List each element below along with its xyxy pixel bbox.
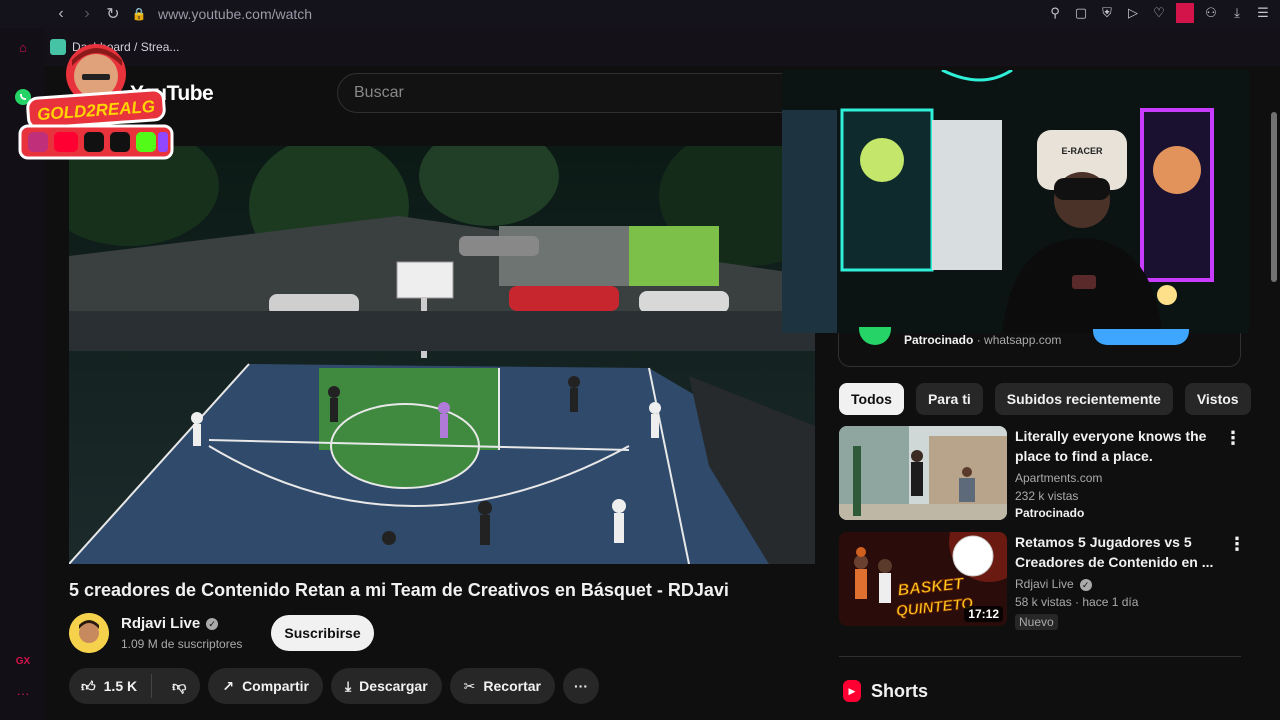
video-actions: 👍︎ 1.5 K 👎︎ ↗ Compartir ⤓ Descargar ✂ Re… bbox=[69, 668, 599, 704]
account-icon[interactable]: ⚇ bbox=[1202, 3, 1220, 23]
share-label: Compartir bbox=[242, 678, 309, 694]
sponsored-label: Patrocinado bbox=[904, 333, 974, 347]
channel-name[interactable]: Rdjavi Live ✓ bbox=[121, 615, 219, 632]
share-icon: ↗ bbox=[222, 677, 235, 694]
pin-icon[interactable]: ⚲ bbox=[1046, 3, 1064, 23]
streamer-overlay-logo: GOLD2REALG bbox=[18, 40, 174, 162]
thumbs-down-icon: 👎︎ bbox=[172, 677, 187, 694]
dislike-button[interactable]: 👎︎ bbox=[160, 678, 200, 695]
download-label: Descargar bbox=[359, 678, 428, 694]
verified-icon: ✓ bbox=[1079, 578, 1092, 591]
more-actions-button[interactable]: ··· bbox=[563, 668, 599, 704]
rec-channel-name: Rdjavi Live bbox=[1015, 577, 1074, 591]
rec-views: 232 k vistas bbox=[1015, 489, 1079, 503]
heart-icon[interactable]: ♡ bbox=[1150, 3, 1168, 23]
play-icon[interactable]: ▷ bbox=[1124, 3, 1142, 23]
browser-toolbar: ‹ › ↻ 🔒 www.youtube.com/watch ⚲ ▢ ⛨ ▷ ♡ … bbox=[0, 0, 1280, 28]
rec-info: Literally everyone knows the place to fi… bbox=[1015, 426, 1215, 520]
lock-icon: 🔒 bbox=[131, 7, 147, 21]
subscriber-count: 1.09 M de suscriptores bbox=[121, 637, 243, 651]
divider bbox=[1176, 3, 1194, 23]
share-button[interactable]: ↗ Compartir bbox=[208, 668, 323, 704]
webcam-overlay: E-RACER bbox=[782, 70, 1249, 333]
thumbs-up-icon: 👍︎ bbox=[81, 677, 96, 694]
rec-channel: Rdjavi Live ✓ bbox=[1015, 575, 1215, 593]
gx-logo-icon[interactable]: GX bbox=[12, 650, 34, 672]
address-bar[interactable]: www.youtube.com/watch bbox=[158, 6, 312, 22]
new-badge: Nuevo bbox=[1015, 614, 1058, 630]
video-duration: 17:12 bbox=[964, 606, 1003, 622]
snapshot-icon[interactable]: ▢ bbox=[1072, 3, 1090, 23]
sponsored-domain: · whatsapp.com bbox=[976, 333, 1062, 347]
whatsapp-ad-icon bbox=[859, 327, 891, 345]
section-divider bbox=[839, 656, 1241, 657]
sponsored-cta-button[interactable] bbox=[1093, 329, 1189, 345]
bookmarks-bar: Dashboard / Strea... bbox=[44, 28, 1280, 66]
rec-channel: Apartments.com bbox=[1015, 471, 1103, 485]
scrollbar-thumb[interactable] bbox=[1271, 112, 1277, 282]
chip-watched[interactable]: Vistos bbox=[1184, 383, 1251, 415]
filter-chips: Todos Para ti Subidos recientemente Vist… bbox=[839, 383, 1251, 415]
clip-button[interactable]: ✂ Recortar bbox=[449, 668, 555, 704]
list-item[interactable]: BASKET QUINTETO 17:12 Retamos 5 Jugadore… bbox=[839, 532, 1215, 631]
like-count: 1.5 K bbox=[103, 678, 138, 694]
chip-para-ti[interactable]: Para ti bbox=[915, 383, 983, 415]
thumbnail[interactable] bbox=[839, 426, 1007, 520]
download-button[interactable]: ⤓ Descargar bbox=[330, 668, 442, 704]
menu-icon[interactable]: ☰ bbox=[1254, 3, 1272, 23]
basketball-court-scene bbox=[69, 146, 815, 564]
reload-icon[interactable]: ↻ bbox=[100, 1, 126, 27]
shield-icon[interactable]: ⛨ bbox=[1098, 3, 1116, 23]
rec-title[interactable]: Literally everyone knows the place to fi… bbox=[1015, 426, 1215, 466]
page-scrollbar[interactable] bbox=[1270, 72, 1278, 712]
channel-avatar[interactable] bbox=[69, 613, 109, 653]
more-icon[interactable]: ··· bbox=[12, 682, 34, 704]
verified-icon: ✓ bbox=[206, 618, 219, 631]
channel-name-text: Rdjavi Live bbox=[121, 615, 201, 632]
video-player[interactable] bbox=[69, 146, 815, 564]
search-box[interactable] bbox=[337, 73, 807, 113]
rec-views: 58 k vistas · hace 1 día bbox=[1015, 595, 1139, 609]
browser-actions: ⚲ ▢ ⛨ ▷ ♡ ⚇ ⤓ ☰ bbox=[1046, 3, 1272, 23]
subscribe-button[interactable]: Suscribirse bbox=[271, 615, 374, 651]
rec-info: Retamos 5 Jugadores vs 5 Creadores de Co… bbox=[1015, 532, 1215, 631]
sponsored-badge: Patrocinado bbox=[1015, 506, 1085, 520]
rec-title[interactable]: Retamos 5 Jugadores vs 5 Creadores de Co… bbox=[1015, 532, 1215, 572]
shorts-section-header: ▶ Shorts bbox=[843, 680, 928, 702]
svg-text:E-RACER: E-RACER bbox=[1061, 146, 1103, 156]
scissors-icon: ✂ bbox=[463, 677, 476, 694]
more-vertical-icon[interactable]: ⋮ bbox=[1224, 428, 1242, 449]
more-vertical-icon[interactable]: ⋮ bbox=[1228, 534, 1246, 555]
forward-icon[interactable]: › bbox=[74, 1, 100, 27]
like-dislike-group: 👍︎ 1.5 K 👎︎ bbox=[69, 668, 201, 704]
download-icon[interactable]: ⤓ bbox=[1228, 3, 1246, 23]
more-horizontal-icon: ··· bbox=[574, 678, 588, 694]
list-item[interactable]: Literally everyone knows the place to fi… bbox=[839, 426, 1215, 520]
video-title: 5 creadores de Contenido Retan a mi Team… bbox=[69, 580, 729, 600]
clip-label: Recortar bbox=[483, 678, 541, 694]
back-icon[interactable]: ‹ bbox=[48, 1, 74, 27]
shorts-icon: ▶ bbox=[843, 680, 861, 702]
search-input[interactable] bbox=[354, 84, 806, 102]
chip-recent[interactable]: Subidos recientemente bbox=[994, 383, 1173, 415]
thumbnail[interactable]: BASKET QUINTETO 17:12 bbox=[839, 532, 1007, 626]
sponsored-text: Patrocinado · whatsapp.com bbox=[904, 333, 1061, 347]
download-icon: ⤓ bbox=[344, 677, 352, 694]
shorts-label: Shorts bbox=[871, 680, 929, 701]
sponsored-card[interactable]: Patrocinado · whatsapp.com bbox=[838, 327, 1241, 367]
like-button[interactable]: 👍︎ 1.5 K bbox=[69, 674, 153, 698]
chip-todos[interactable]: Todos bbox=[839, 383, 904, 415]
